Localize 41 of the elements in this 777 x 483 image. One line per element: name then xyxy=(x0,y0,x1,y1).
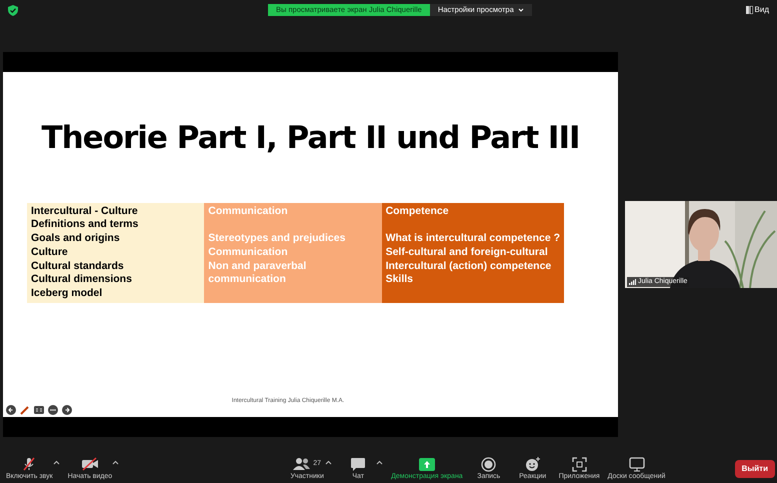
shield-check-icon xyxy=(8,4,18,16)
topic-text: Cultural standards xyxy=(31,260,125,274)
crossed-camera-icon xyxy=(80,456,99,472)
topic-text: Stereotypes and prejudices xyxy=(208,232,346,246)
chevron-down-icon xyxy=(518,8,524,12)
muted-microphone-icon xyxy=(21,456,38,472)
caret-icon[interactable] xyxy=(376,460,384,465)
pen-icon[interactable] xyxy=(20,405,30,415)
topic-text: Communication xyxy=(208,204,289,218)
view-button[interactable]: Вид xyxy=(746,4,769,16)
topic-text: Cultural dimensions xyxy=(31,273,133,288)
topic-text: Competence xyxy=(386,204,450,218)
caret-icon[interactable] xyxy=(325,460,332,465)
signal-bars-icon xyxy=(629,278,636,285)
left-arrow-icon[interactable] xyxy=(6,405,16,415)
people-icon xyxy=(293,457,312,471)
topic-text: Intercultural - Culture xyxy=(31,204,139,218)
leave-button[interactable]: Выйти xyxy=(734,460,775,478)
topic-text: Definitions and terms xyxy=(31,218,140,232)
topic-text: What is intercultural competence ? xyxy=(386,232,560,246)
topic-text: Intercultural (action) competence xyxy=(386,260,552,274)
topic-text: Skills xyxy=(386,273,414,288)
record-icon xyxy=(481,456,496,472)
topic-text: Iceberg model xyxy=(31,287,104,302)
subtitles-icon[interactable] xyxy=(34,406,44,414)
more-icon[interactable] xyxy=(48,405,58,415)
topic-text: Goals and origins xyxy=(31,232,121,246)
topic-text: communication xyxy=(208,273,287,288)
side-panel-icon xyxy=(746,6,753,14)
apps-icon xyxy=(572,456,587,472)
slide-title: Theorie Part I, Part II und Part III xyxy=(41,119,580,158)
caret-icon[interactable] xyxy=(112,460,120,465)
share-screen-icon xyxy=(418,458,435,470)
topic-text: Non and paraverbal xyxy=(208,260,308,274)
topic-text: Communication xyxy=(208,246,289,260)
topic-text: Self-cultural and foreign-cultural xyxy=(386,246,549,260)
whiteboard-icon xyxy=(628,456,645,472)
speech-bubble-icon xyxy=(350,456,366,472)
right-arrow-icon[interactable] xyxy=(62,405,72,415)
topic-text: Culture xyxy=(31,246,69,260)
caret-icon[interactable] xyxy=(52,460,60,465)
